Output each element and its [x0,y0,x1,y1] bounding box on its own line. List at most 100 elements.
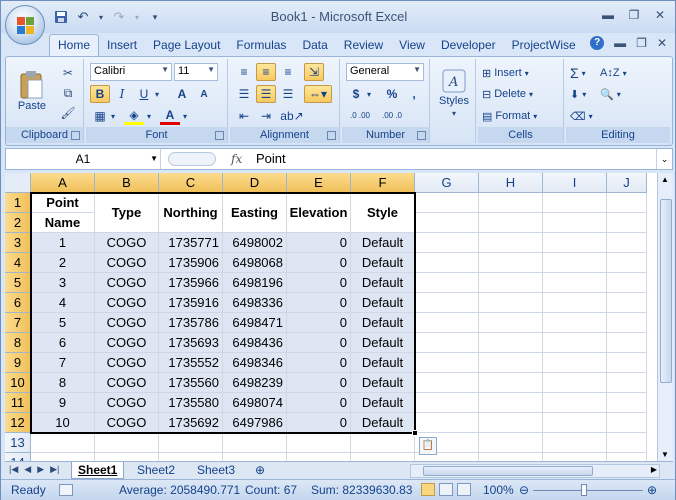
table-cell[interactable]: 6498239 [223,373,287,393]
row-header-14[interactable]: 14 [5,453,31,461]
cell[interactable] [543,233,607,253]
table-cell[interactable]: 6498471 [223,313,287,333]
table-cell[interactable]: Default [351,253,415,273]
cell[interactable] [479,353,543,373]
cell[interactable] [607,353,647,373]
borders-icon[interactable]: ▦ [90,107,110,125]
fill-button[interactable]: ⬇ ▾ [570,85,586,103]
workbook-restore-button[interactable]: ❐ [636,36,647,50]
table-cell[interactable]: 6498074 [223,393,287,413]
table-cell[interactable]: 2 [31,253,95,273]
cell[interactable] [95,453,159,461]
row-header-7[interactable]: 7 [5,313,31,333]
last-sheet-icon[interactable]: ▶| [50,464,59,475]
tab-review[interactable]: Review [336,35,391,56]
cell[interactable] [287,433,351,453]
fill-handle[interactable] [412,430,418,436]
formula-input[interactable]: Point [256,149,286,169]
table-cell[interactable]: 6498068 [223,253,287,273]
table-cell[interactable]: COGO [95,273,159,293]
column-header-h[interactable]: H [479,173,543,193]
align-top-icon[interactable]: ≡ [234,63,254,81]
column-header-b[interactable]: B [95,173,159,193]
header-cell-d[interactable]: Easting [223,193,287,233]
row-header-11[interactable]: 11 [5,393,31,413]
table-cell[interactable]: 3 [31,273,95,293]
decrease-decimal-button[interactable]: .00 .0 [378,107,406,125]
cell[interactable] [479,433,543,453]
table-cell[interactable]: 1735692 [159,413,223,433]
cell[interactable] [543,293,607,313]
increase-indent-icon[interactable]: ⇥ [256,107,276,125]
sheet-tab-sheet2[interactable]: Sheet2 [131,462,181,479]
fill-color-icon[interactable]: ◈ [124,107,144,125]
insert-sheet-icon[interactable]: ⊕ [249,462,271,479]
font-name-combo[interactable]: Calibri ▼ [90,63,172,81]
table-cell[interactable]: 0 [287,293,351,313]
cell[interactable] [415,413,479,433]
fill-color-dropdown-icon[interactable]: ▾ [144,107,154,125]
table-cell[interactable]: 6497986 [223,413,287,433]
styles-button[interactable]: A Styles ▾ [436,63,472,123]
row-header-5[interactable]: 5 [5,273,31,293]
cell[interactable] [415,393,479,413]
horizontal-scrollbar[interactable]: ▶ [410,464,660,478]
comma-button[interactable]: , [404,85,424,103]
table-cell[interactable]: Default [351,273,415,293]
alignment-launcher-icon[interactable] [327,131,336,140]
table-cell[interactable]: 0 [287,353,351,373]
row-header-12[interactable]: 12 [5,413,31,433]
tab-formulas[interactable]: Formulas [228,35,294,56]
horizontal-scroll-thumb[interactable] [423,466,593,476]
table-cell[interactable]: 6498346 [223,353,287,373]
table-cell[interactable]: 5 [31,313,95,333]
table-cell[interactable]: 0 [287,333,351,353]
table-cell[interactable]: 0 [287,393,351,413]
tab-home[interactable]: Home [49,34,100,56]
header-cell-f[interactable]: Style [351,193,415,233]
cell[interactable] [607,213,647,233]
zoom-out-icon[interactable]: ⊖ [519,483,529,497]
cell[interactable] [543,453,607,461]
tab-view[interactable]: View [391,35,433,56]
table-cell[interactable]: 10 [31,413,95,433]
row-header-13[interactable]: 13 [5,433,31,453]
cell[interactable] [479,273,543,293]
currency-dropdown-icon[interactable]: ▾ [364,85,374,103]
font-color-dropdown-icon[interactable]: ▾ [180,107,190,125]
cell[interactable] [607,293,647,313]
cell[interactable] [543,373,607,393]
row-header-9[interactable]: 9 [5,353,31,373]
scroll-down-icon[interactable]: ▼ [661,450,669,459]
cell[interactable] [607,273,647,293]
cell[interactable] [415,213,479,233]
table-cell[interactable]: 6 [31,333,95,353]
table-cell[interactable]: Default [351,373,415,393]
zoom-slider-track[interactable] [533,490,643,491]
tab-page-layout[interactable]: Page Layout [145,35,228,56]
shrink-font-button[interactable]: A [194,85,214,103]
page-break-view-icon[interactable] [457,483,471,496]
table-cell[interactable]: COGO [95,333,159,353]
cell[interactable] [479,453,543,461]
header-cell-c[interactable]: Northing [159,193,223,233]
vertical-scrollbar[interactable]: ▲ ▼ [657,173,673,461]
header-cell-e[interactable]: Elevation [287,193,351,233]
cell[interactable] [543,273,607,293]
sort-filter-button[interactable]: A↕Z ▾ [600,64,627,82]
cell[interactable] [479,373,543,393]
cell[interactable] [543,313,607,333]
row-header-6[interactable]: 6 [5,293,31,313]
cell[interactable] [351,433,415,453]
cell[interactable] [415,293,479,313]
row-header-4[interactable]: 4 [5,253,31,273]
table-cell[interactable]: 1735560 [159,373,223,393]
merge-center-icon[interactable]: ⇔▾ [304,85,332,103]
row-header-8[interactable]: 8 [5,333,31,353]
header-cell-name[interactable]: Name [31,213,95,233]
table-cell[interactable]: 6498002 [223,233,287,253]
number-format-combo[interactable]: General ▼ [346,63,424,81]
cell[interactable] [415,313,479,333]
cell[interactable] [479,313,543,333]
office-button[interactable] [5,5,45,45]
